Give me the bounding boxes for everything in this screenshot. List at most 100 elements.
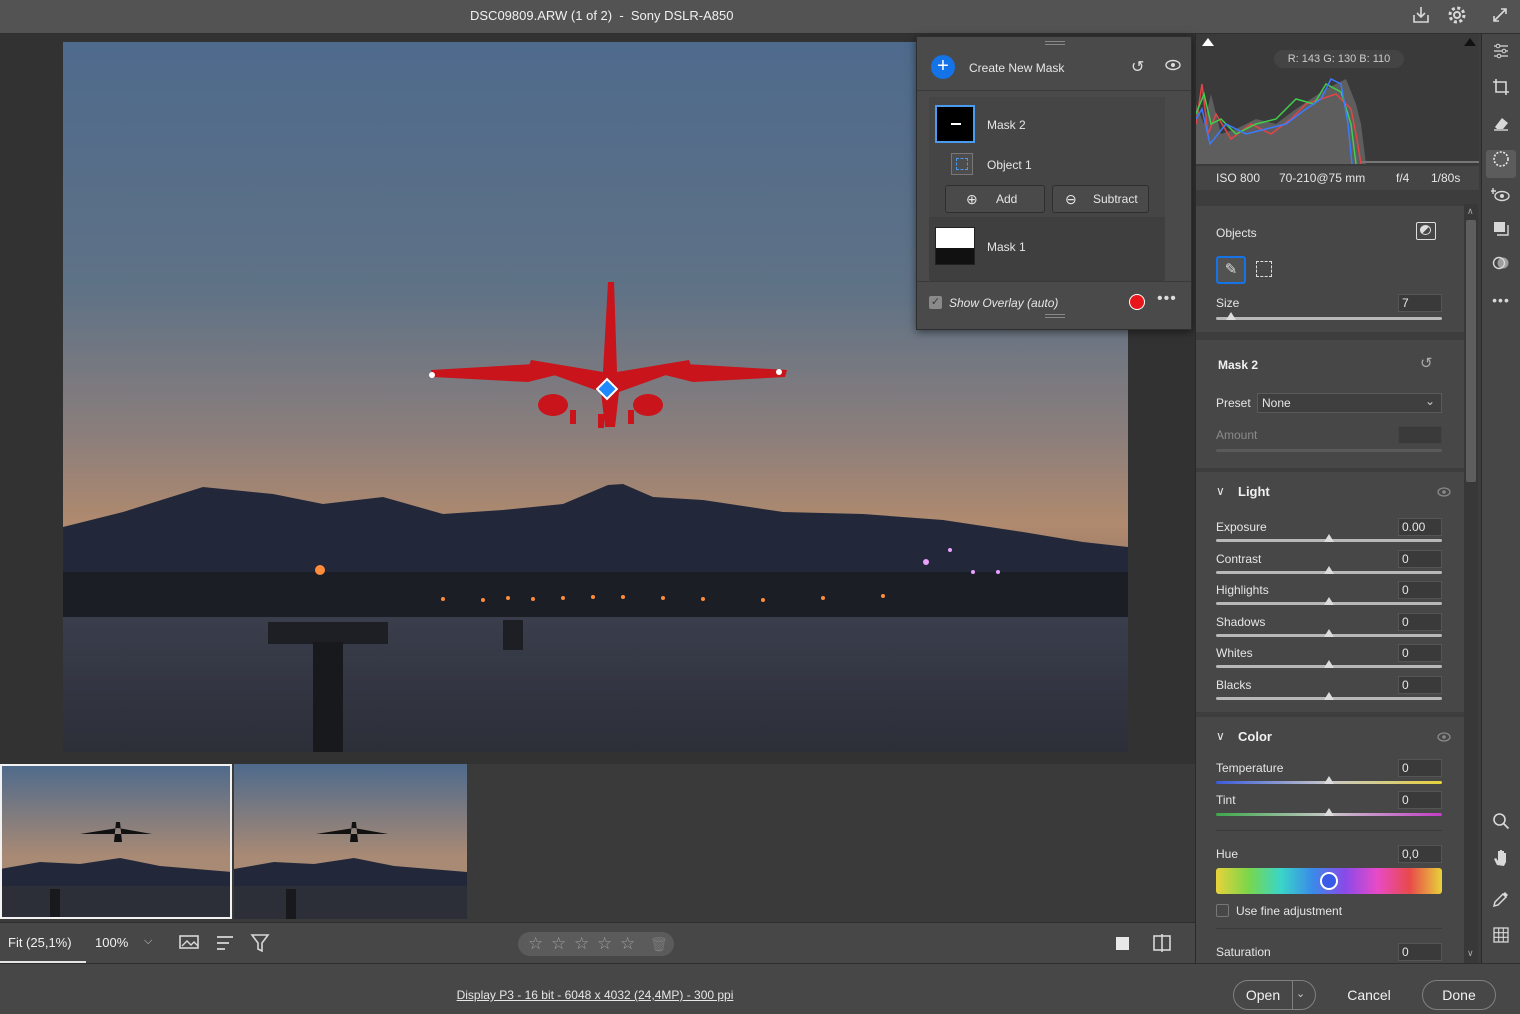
reset-icon[interactable]: ↺ <box>1131 57 1149 76</box>
right-panel: R: 143 G: 130 B: 110 ISO 800 70-210@75 m… <box>1195 34 1480 963</box>
eraser-icon[interactable] <box>1486 114 1516 142</box>
tint-slider-thumb[interactable] <box>1324 808 1334 816</box>
masking-icon[interactable] <box>1486 150 1516 178</box>
filmstrip-icon[interactable] <box>178 933 202 956</box>
temperature-label: Temperature <box>1216 761 1284 775</box>
fine-adjust-checkbox[interactable] <box>1216 904 1229 917</box>
reset-icon[interactable]: ↺ <box>1420 354 1433 372</box>
star-icon[interactable]: ☆ <box>597 934 612 954</box>
hue-slider[interactable] <box>1216 868 1442 894</box>
open-options-chevron-icon[interactable]: ⌄ <box>1296 980 1305 1008</box>
crop-icon[interactable] <box>1486 78 1516 106</box>
panel-grip-top[interactable] <box>1045 41 1065 45</box>
mask-item-mask-2[interactable]: Mask 2 Object 1 ⊕ Add ⊖ Subtract <box>929 97 1165 217</box>
light-slider-thumb[interactable] <box>1324 628 1334 637</box>
filter-icon[interactable] <box>250 933 272 956</box>
light-slider-thumb[interactable] <box>1324 597 1334 605</box>
visibility-eye-icon[interactable] <box>1437 731 1451 745</box>
done-button[interactable]: Done <box>1422 980 1496 1010</box>
filmstrip-thumb-1[interactable] <box>0 764 232 919</box>
light-title[interactable]: Light <box>1238 484 1270 499</box>
highlight-clip-icon[interactable] <box>1464 38 1476 46</box>
eyedropper-icon[interactable] <box>1486 890 1516 918</box>
zoom-dropdown-icon[interactable]: ⌵ <box>144 935 152 948</box>
cancel-button[interactable]: Cancel <box>1327 980 1411 1010</box>
create-mask-label[interactable]: Create New Mask <box>969 61 1064 75</box>
rect-select-icon[interactable] <box>1256 261 1272 277</box>
panel-grip-bottom[interactable] <box>1045 314 1065 318</box>
overlay-color-swatch[interactable] <box>1129 294 1145 310</box>
zoom-100-button[interactable]: 100% <box>87 931 136 955</box>
light-slider-value[interactable]: 0 <box>1398 644 1442 662</box>
tint-value[interactable]: 0 <box>1398 791 1442 809</box>
open-button[interactable]: Open <box>1234 981 1292 1009</box>
save-icon[interactable] <box>1408 5 1434 29</box>
add-button[interactable]: ⊕ Add <box>945 185 1045 213</box>
single-view-icon[interactable] <box>1114 934 1132 955</box>
preset-dropdown[interactable]: None ⌄ <box>1257 393 1442 413</box>
saturation-value[interactable]: 0 <box>1398 943 1442 961</box>
overlay-label: Show Overlay (auto) <box>949 296 1059 310</box>
more-icon[interactable]: ••• <box>1486 286 1516 314</box>
size-value[interactable]: 7 <box>1398 294 1442 312</box>
light-slider-thumb[interactable] <box>1324 565 1334 574</box>
redeye-icon[interactable] <box>1486 186 1516 214</box>
star-icon[interactable]: ☆ <box>528 934 543 954</box>
scroll-thumb[interactable] <box>1466 220 1476 482</box>
layers-icon[interactable] <box>1486 220 1516 248</box>
zoom-icon[interactable] <box>1486 812 1516 840</box>
subtract-button[interactable]: ⊖ Subtract <box>1052 185 1149 213</box>
presets-icon[interactable] <box>1486 254 1516 282</box>
invert-mask-icon[interactable] <box>1416 222 1436 240</box>
trash-icon[interactable]: 🗑 <box>650 936 668 953</box>
gear-icon[interactable] <box>1444 5 1470 29</box>
brush-select-icon[interactable]: ✎ <box>1216 256 1246 284</box>
light-slider-value[interactable]: 0 <box>1398 581 1442 599</box>
compare-view-icon[interactable] <box>1152 933 1174 956</box>
light-slider-value[interactable]: 0 <box>1398 549 1442 568</box>
zoom-fit-button[interactable]: Fit (25,1%) <box>0 931 86 963</box>
temperature-slider-thumb[interactable] <box>1324 776 1334 784</box>
overlay-checkbox[interactable]: ✓ <box>929 296 942 309</box>
temperature-value[interactable]: 0 <box>1398 759 1442 777</box>
size-slider-thumb[interactable] <box>1226 312 1236 320</box>
visibility-eye-icon[interactable] <box>1437 486 1451 500</box>
more-options-icon[interactable]: ••• <box>1157 290 1177 308</box>
eye-icon[interactable] <box>1165 59 1181 74</box>
edit-sliders-icon[interactable] <box>1486 42 1516 70</box>
scroll-down-icon[interactable]: ∨ <box>1467 948 1474 959</box>
plus-icon[interactable]: + <box>931 55 955 79</box>
size-slider-track[interactable] <box>1216 317 1442 320</box>
light-slider-label: Exposure <box>1216 520 1267 534</box>
light-slider-thumb[interactable] <box>1324 534 1334 542</box>
workflow-options-link[interactable]: Display P3 - 16 bit - 6048 x 4032 (24,4M… <box>0 988 1190 1002</box>
mask-item-mask-1[interactable]: Mask 1 <box>929 221 1165 273</box>
scroll-up-icon[interactable]: ∧ <box>1467 206 1474 217</box>
rating-stars[interactable]: ☆ ☆ ☆ ☆ ☆ 🗑 <box>518 932 674 956</box>
light-slider-value[interactable]: 0.00 <box>1398 518 1442 536</box>
color-title[interactable]: Color <box>1238 729 1272 744</box>
light-slider-thumb[interactable] <box>1324 660 1334 668</box>
chevron-down-icon[interactable]: ∨ <box>1216 729 1225 743</box>
light-slider-value[interactable]: 0 <box>1398 612 1442 631</box>
hand-icon[interactable] <box>1486 848 1516 876</box>
light-slider-value[interactable]: 0 <box>1398 675 1442 694</box>
add-label: Add <box>996 192 1018 206</box>
star-icon[interactable]: ☆ <box>620 934 635 954</box>
bottom-toolbar: Fit (25,1%) 100% ⌵ ☆ ☆ ☆ ☆ ☆ 🗑 <box>0 922 1195 963</box>
expand-icon[interactable] <box>1487 5 1513 29</box>
panel-scrollbar[interactable]: ∧ ∨ <box>1464 204 1478 963</box>
create-mask-row[interactable]: + Create New Mask ↺ <box>917 49 1191 91</box>
exif-bar: ISO 800 70-210@75 mm f/4 1/80s <box>1196 166 1479 190</box>
hue-value[interactable]: 0,0 <box>1398 845 1442 863</box>
star-icon[interactable]: ☆ <box>551 934 566 954</box>
sort-icon[interactable] <box>215 933 237 956</box>
chevron-down-icon[interactable]: ∨ <box>1216 484 1225 498</box>
light-slider-thumb[interactable] <box>1324 691 1334 700</box>
filmstrip-thumb-2[interactable] <box>234 764 467 919</box>
grid-icon[interactable] <box>1486 926 1516 954</box>
star-icon[interactable]: ☆ <box>574 934 589 954</box>
shadow-clip-icon[interactable] <box>1202 38 1214 46</box>
object-select-icon <box>951 153 973 175</box>
hue-slider-handle[interactable] <box>1320 872 1338 890</box>
